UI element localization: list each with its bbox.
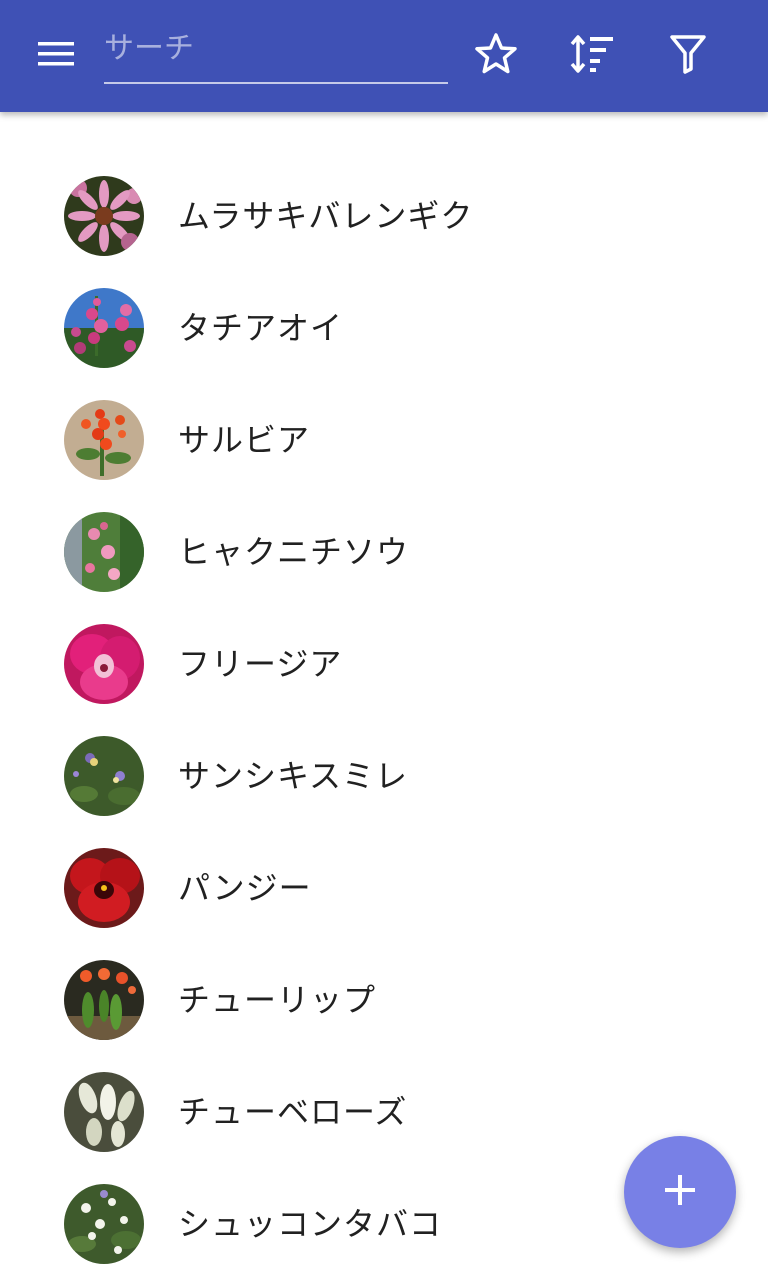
- search-input[interactable]: [104, 22, 448, 74]
- list-item[interactable]: ムラサキバレンギク: [0, 160, 768, 272]
- zinnia-photo: [64, 512, 144, 592]
- flower-name: パンジー: [178, 869, 312, 907]
- favorites-button[interactable]: [464, 24, 528, 88]
- hollyhock-photo: [64, 288, 144, 368]
- menu-icon: [36, 39, 76, 73]
- pansy-photo: [64, 848, 144, 928]
- flower-name: サルビア: [178, 421, 311, 459]
- sort-button[interactable]: [560, 24, 624, 88]
- flower-name: シュッコンタバコ: [178, 1205, 443, 1243]
- list-item[interactable]: サルビア: [0, 384, 768, 496]
- flowering-tobacco-photo: [64, 1184, 144, 1264]
- purple-coneflower-photo: [64, 176, 144, 256]
- search-field: [104, 22, 448, 84]
- list-item[interactable]: ヒャクニチソウ: [0, 496, 768, 608]
- salvia-photo: [64, 400, 144, 480]
- sort-icon: [569, 33, 615, 79]
- flower-name: サンシキスミレ: [178, 757, 409, 795]
- flower-name: ヒャクニチソウ: [178, 533, 410, 571]
- list-item[interactable]: チューリップ: [0, 944, 768, 1056]
- flower-name: チューベローズ: [178, 1093, 408, 1131]
- tulip-photo: [64, 960, 144, 1040]
- menu-button[interactable]: [24, 24, 88, 88]
- list-item[interactable]: タチアオイ: [0, 272, 768, 384]
- list-item[interactable]: パンジー: [0, 832, 768, 944]
- list-item[interactable]: サンシキスミレ: [0, 720, 768, 832]
- app-bar: [0, 0, 768, 112]
- wild-pansy-photo: [64, 736, 144, 816]
- freesia-photo: [64, 624, 144, 704]
- flower-list: ムラサキバレンギク タチアオイ サルビア ヒャクニチソウ フリージア サンシキス…: [0, 160, 768, 1280]
- add-button[interactable]: [624, 1136, 736, 1248]
- flower-name: タチアオイ: [178, 309, 344, 347]
- plus-icon: [662, 1172, 698, 1212]
- flower-name: ムラサキバレンギク: [178, 197, 474, 235]
- filter-button[interactable]: [656, 24, 720, 88]
- filter-icon: [668, 33, 708, 79]
- flower-name: チューリップ: [178, 981, 377, 1019]
- star-icon: [474, 32, 518, 80]
- list-item[interactable]: フリージア: [0, 608, 768, 720]
- flower-name: フリージア: [178, 645, 343, 683]
- tuberose-photo: [64, 1072, 144, 1152]
